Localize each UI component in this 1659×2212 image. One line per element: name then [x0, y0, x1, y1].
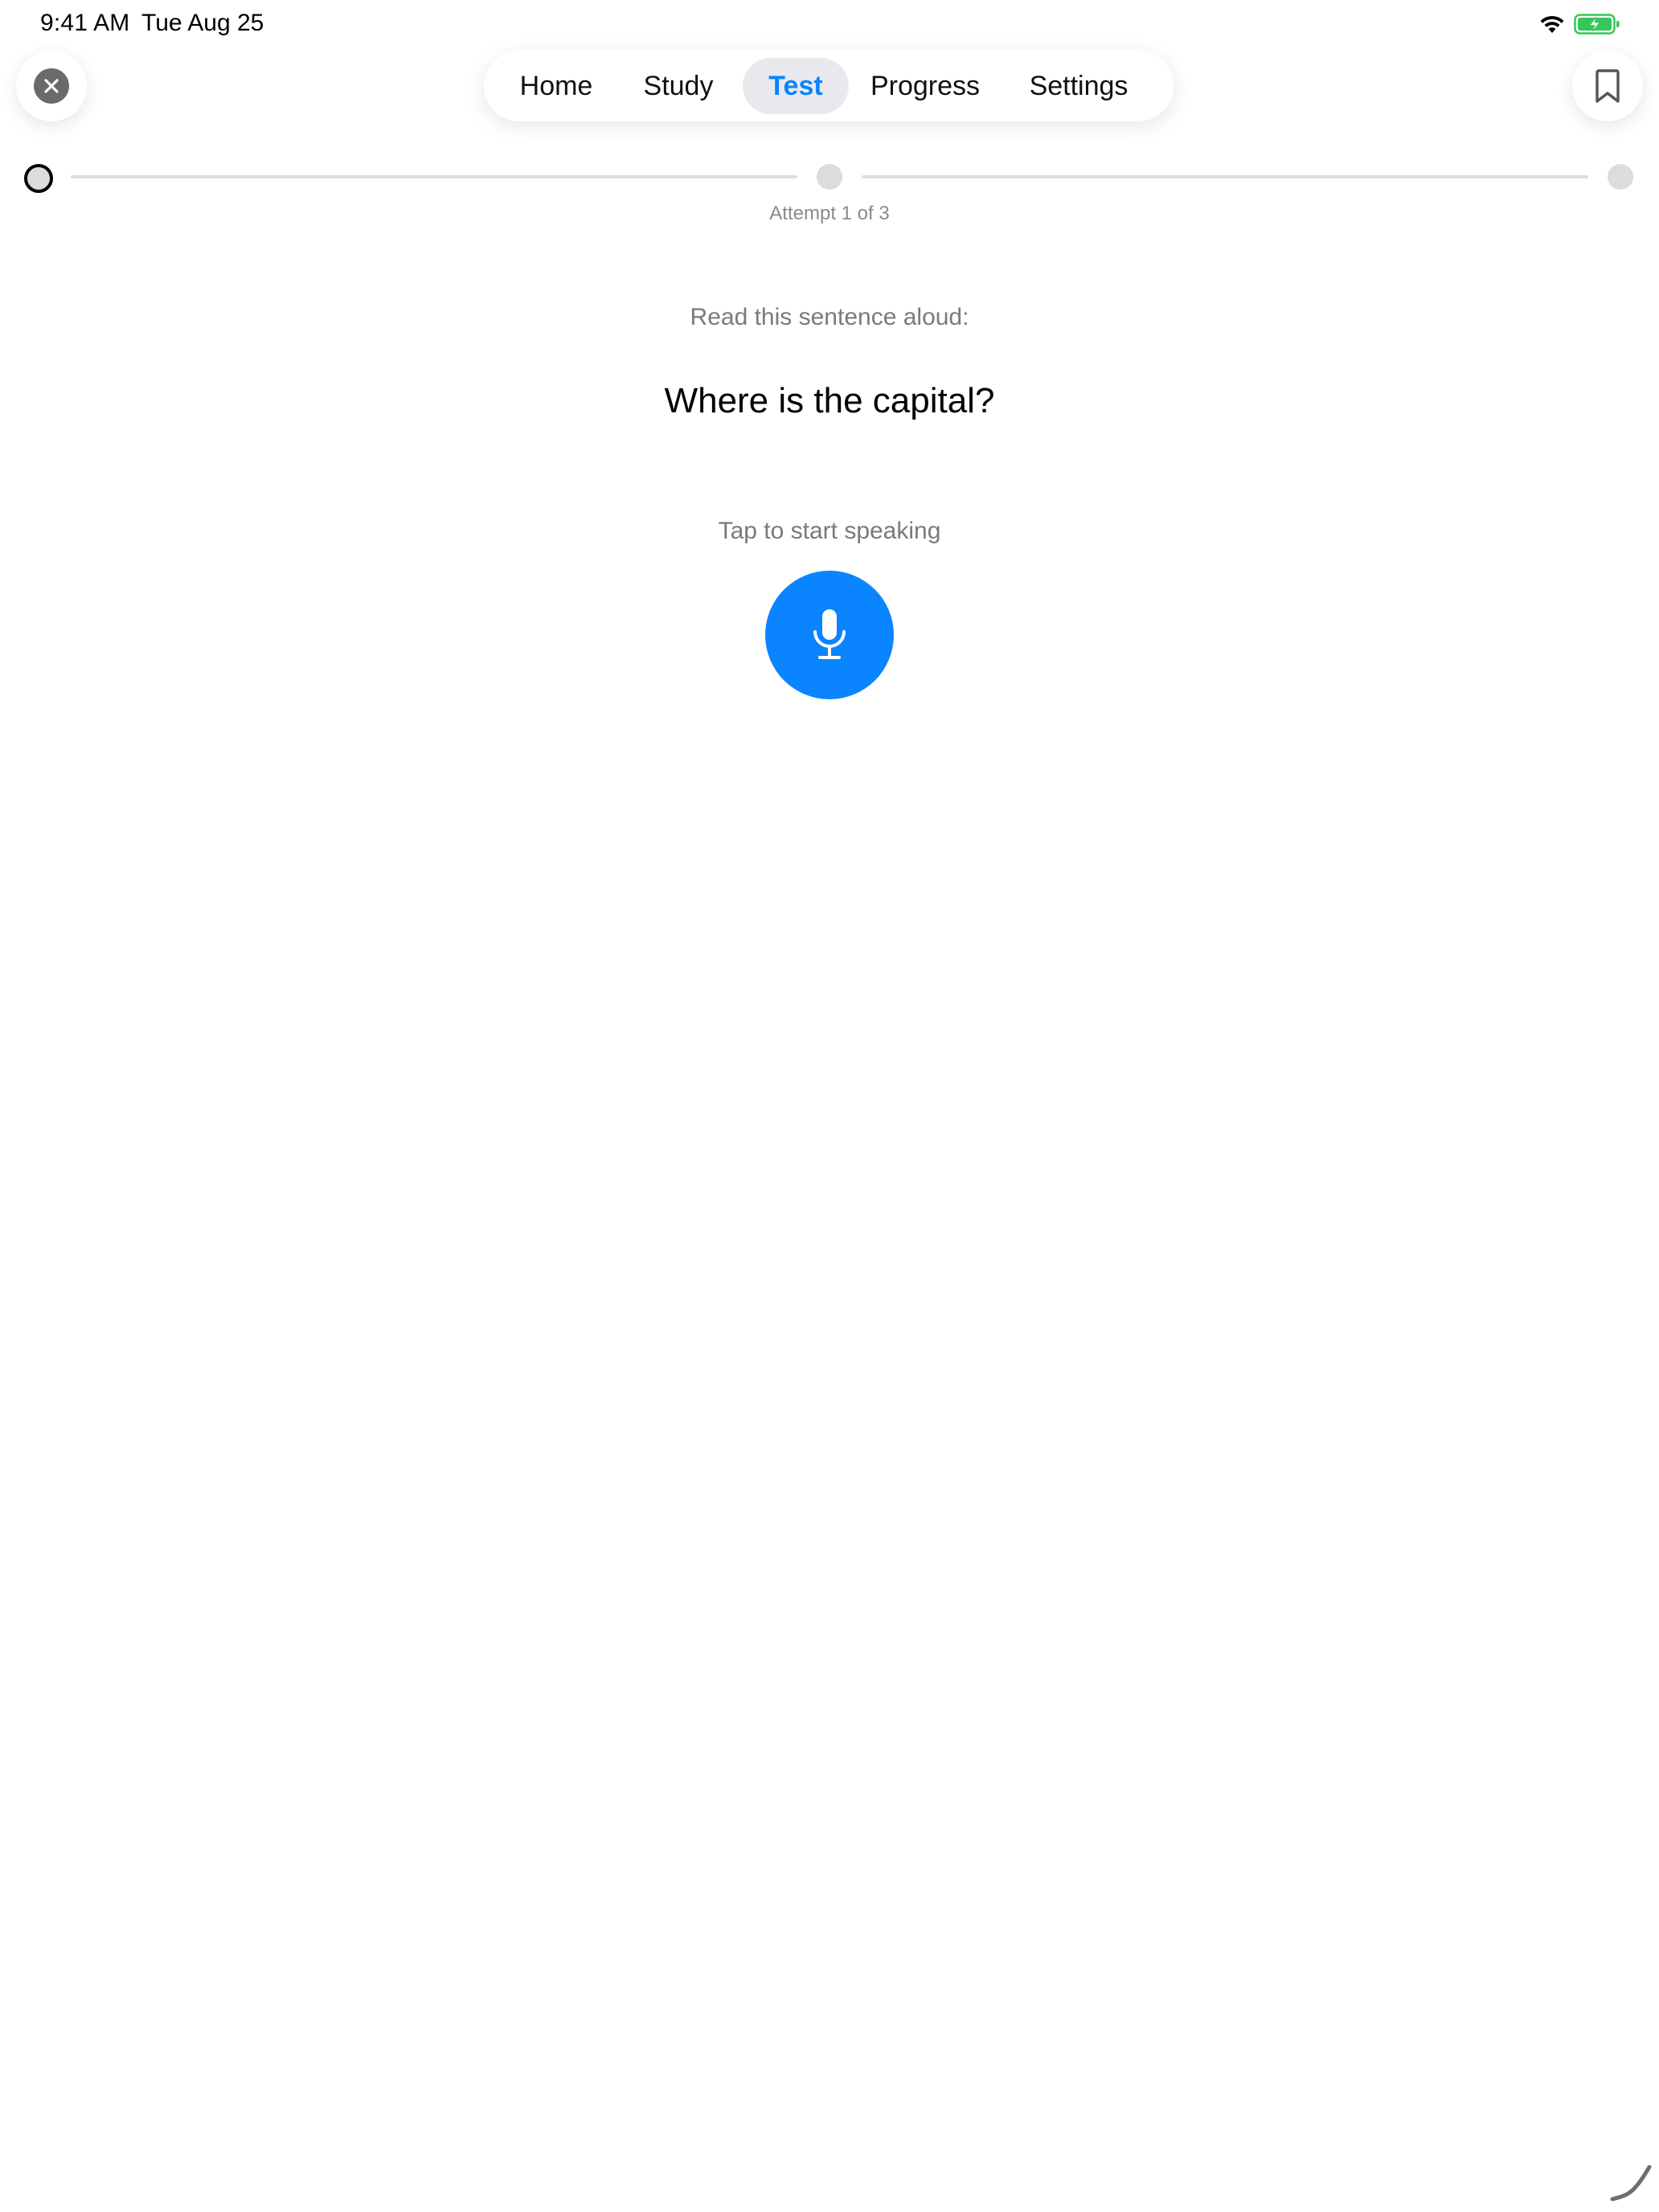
bookmark-button[interactable] — [1572, 51, 1643, 121]
scribble-indicator-icon — [1610, 2165, 1652, 2202]
tab-test[interactable]: Test — [743, 58, 849, 114]
tab-study[interactable]: Study — [622, 58, 735, 114]
progress-line-2 — [862, 175, 1588, 178]
tab-settings[interactable]: Settings — [1006, 58, 1151, 114]
close-button[interactable] — [16, 51, 87, 121]
close-icon — [34, 68, 69, 104]
app-screen: 9:41 AM Tue Aug 25 Home Study Test Progr… — [0, 0, 1659, 2212]
status-time: 9:41 AM — [40, 10, 130, 36]
battery-charging-icon — [1574, 14, 1620, 35]
tab-progress[interactable]: Progress — [857, 58, 993, 114]
progress-step-current — [24, 164, 53, 193]
microphone-button[interactable] — [765, 571, 894, 699]
status-icons — [1538, 13, 1620, 35]
progress-step-3 — [1608, 164, 1633, 190]
tab-bar: Home Study Test Progress Settings — [484, 51, 1174, 121]
attempt-counter: Attempt 1 of 3 — [769, 203, 890, 224]
tab-home[interactable]: Home — [500, 58, 612, 114]
target-sentence: Where is the capital? — [664, 381, 995, 420]
tap-hint: Tap to start speaking — [718, 518, 941, 544]
status-date: Tue Aug 25 — [141, 10, 264, 36]
status-bar: 9:41 AM Tue Aug 25 — [0, 0, 1659, 51]
progress-step-2 — [817, 164, 842, 190]
bookmark-icon — [1596, 69, 1620, 103]
microphone-icon — [813, 609, 846, 659]
wifi-icon — [1540, 15, 1564, 33]
instruction-text: Read this sentence aloud: — [690, 304, 969, 330]
progress-line-1 — [71, 175, 797, 178]
